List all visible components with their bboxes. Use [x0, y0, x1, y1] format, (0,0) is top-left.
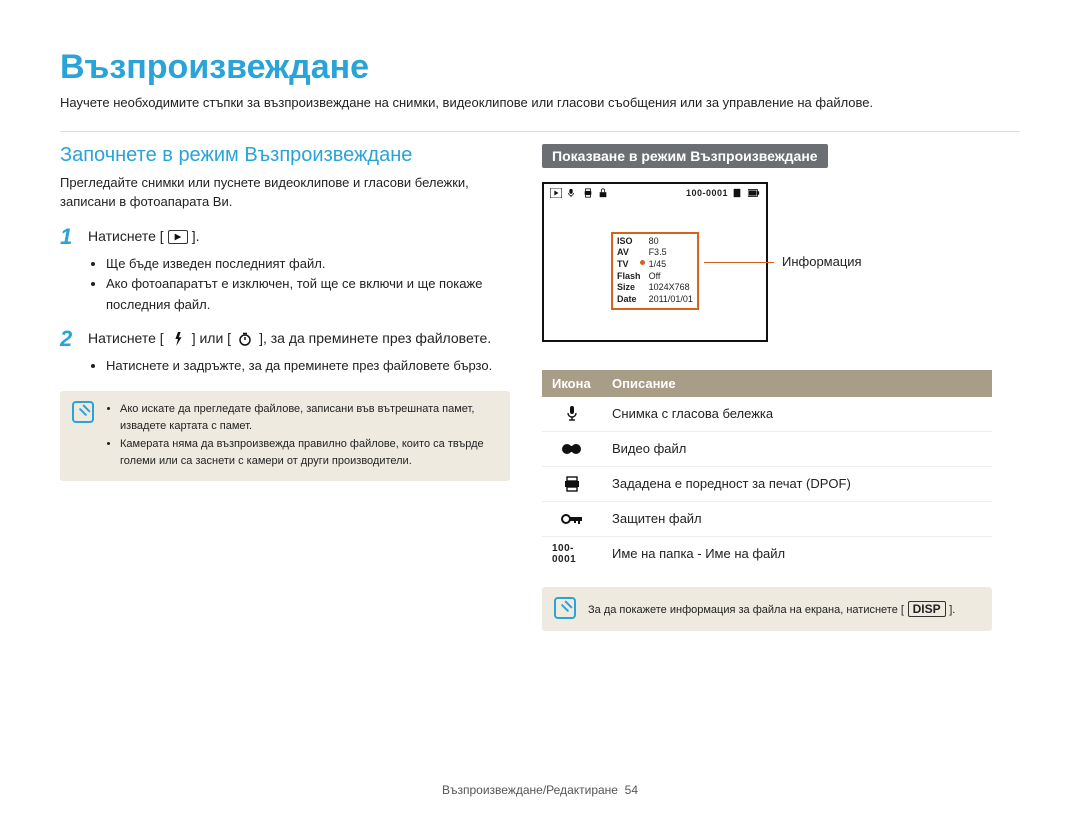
disp-button-icon: DISP — [908, 601, 946, 617]
step-2: 2 Натиснете [ ] или [ ], за да преминете… — [60, 328, 510, 350]
flash-icon — [168, 332, 188, 346]
file-counter: 100-0001 — [686, 188, 728, 198]
bullet: Ще бъде изведен последният файл. — [106, 254, 510, 275]
table-row: Видео файл — [542, 431, 992, 466]
printer-icon — [552, 474, 592, 494]
step-text-pre: Натиснете [ — [88, 328, 164, 349]
info-callout-label: Информация — [782, 254, 862, 269]
table-desc: Зададена е поредност за печат (DPOF) — [602, 466, 992, 501]
step-text: Натиснете [ ] или [ ], за да преминете п… — [88, 328, 491, 350]
left-heading: Започнете в режим Възпроизвеждане — [60, 144, 510, 167]
step-text-mid: ] или [ — [192, 328, 231, 349]
info-keys: ISO AV TV Flash Size Date — [617, 236, 641, 306]
footer-section: Възпроизвеждане/Редактиране — [442, 783, 618, 797]
right-column: Показване в режим Възпроизвеждане 100-00… — [542, 144, 992, 632]
page-footer: Възпроизвеждане/Редактиране 54 — [0, 783, 1080, 797]
info-val: 2011/01/01 — [649, 294, 693, 306]
icons-table: Икона Описание Снимка с гласова бележка … — [542, 370, 992, 571]
table-desc: Защитен файл — [602, 501, 992, 536]
table-row: Защитен файл — [542, 501, 992, 536]
step-number: 1 — [60, 226, 78, 248]
bullet: Натиснете и задръжте, за да преминете пр… — [106, 356, 510, 377]
two-column-layout: Започнете в режим Възпроизвеждане Прегле… — [60, 144, 1020, 632]
table-header-icon: Икона — [542, 370, 602, 397]
divider — [60, 131, 1020, 132]
step-number: 2 — [60, 328, 78, 350]
table-desc: Видео файл — [602, 431, 992, 466]
step-text: Натиснете [ ]. — [88, 226, 199, 248]
note-item: Камерата няма да възпроизвежда правилно … — [120, 436, 496, 471]
info-values: 80 F3.5 1/45 Off 1024X768 2011/01/01 — [649, 236, 693, 306]
right-note-box: За да покажете информация за файла на ек… — [542, 587, 992, 632]
info-panel-overlay: ISO AV TV Flash Size Date 80 F3.5 1/45 O… — [611, 232, 699, 310]
step-text-post: ]. — [192, 226, 200, 247]
battery-icon — [748, 188, 760, 198]
preview-with-callout: 100-0001 ISO AV TV Flash Size Date — [542, 182, 992, 342]
note-icon — [72, 401, 94, 423]
right-heading: Показване в режим Възпроизвеждане — [542, 144, 828, 168]
info-val: 1024X768 — [649, 282, 693, 294]
lcd-top-icons-right: 100-0001 — [686, 188, 760, 198]
left-subtext: Прегледайте снимки или пуснете видеоклип… — [60, 173, 510, 212]
info-key: Size — [617, 282, 641, 294]
table-row: Снимка с гласова бележка — [542, 397, 992, 432]
video-icon — [552, 439, 592, 459]
table-header-desc: Описание — [602, 370, 992, 397]
info-key: Date — [617, 294, 641, 306]
info-val: Off — [649, 271, 693, 283]
printer-icon — [582, 188, 594, 198]
lcd-top-row: 100-0001 — [544, 184, 766, 202]
lock-icon — [598, 188, 610, 198]
callout-line — [704, 262, 774, 264]
bullet: Ако фотоапаратът е изключен, той ще се в… — [106, 274, 510, 316]
table-desc: Име на папка - Име на файл — [602, 536, 992, 571]
step-text-post: ], за да преминете през файловете. — [259, 328, 491, 349]
timer-icon — [235, 332, 255, 346]
info-key: ISO — [617, 236, 641, 248]
note-text-pre: За да покажете информация за файла на ек… — [588, 604, 904, 616]
lock-icon — [552, 509, 592, 529]
table-row: Зададена е поредност за печат (DPOF) — [542, 466, 992, 501]
info-key: Flash — [617, 271, 641, 283]
step-text-pre: Натиснете [ — [88, 226, 164, 247]
playback-mode-icon — [550, 188, 562, 198]
left-note-box: Ако искате да прегледате файлове, записа… — [60, 391, 510, 481]
mic-icon — [566, 188, 578, 198]
table-desc: Снимка с гласова бележка — [602, 397, 992, 432]
info-val: 1/45 — [649, 259, 693, 271]
note-item: Ако искате да прегледате файлове, записа… — [120, 401, 496, 436]
step-1: 1 Натиснете [ ]. — [60, 226, 510, 248]
intro-paragraph: Научете необходимите стъпки за възпроизв… — [60, 93, 1020, 113]
playback-mode-icon — [168, 230, 188, 244]
step-1-bullets: Ще бъде изведен последният файл. Ако фот… — [60, 254, 510, 316]
info-val: 80 — [649, 236, 693, 248]
page-title: Възпроизвеждане — [60, 48, 1020, 87]
info-key: TV — [617, 259, 641, 271]
info-val: F3.5 — [649, 247, 693, 259]
info-key: AV — [617, 247, 641, 259]
mic-icon — [552, 404, 592, 424]
lcd-top-icons-left — [550, 188, 610, 198]
footer-page-number: 54 — [625, 783, 638, 797]
table-row: 100-0001 Име на папка - Име на файл — [542, 536, 992, 571]
lcd-preview: 100-0001 ISO AV TV Flash Size Date — [542, 182, 768, 342]
card-icon — [732, 188, 744, 198]
left-column: Започнете в режим Възпроизвеждане Прегле… — [60, 144, 510, 632]
note-text-post: ]. — [949, 604, 955, 616]
folder-file-text: 100-0001 — [552, 544, 592, 564]
note-icon — [554, 597, 576, 619]
step-2-bullets: Натиснете и задръжте, за да преминете пр… — [60, 356, 510, 377]
